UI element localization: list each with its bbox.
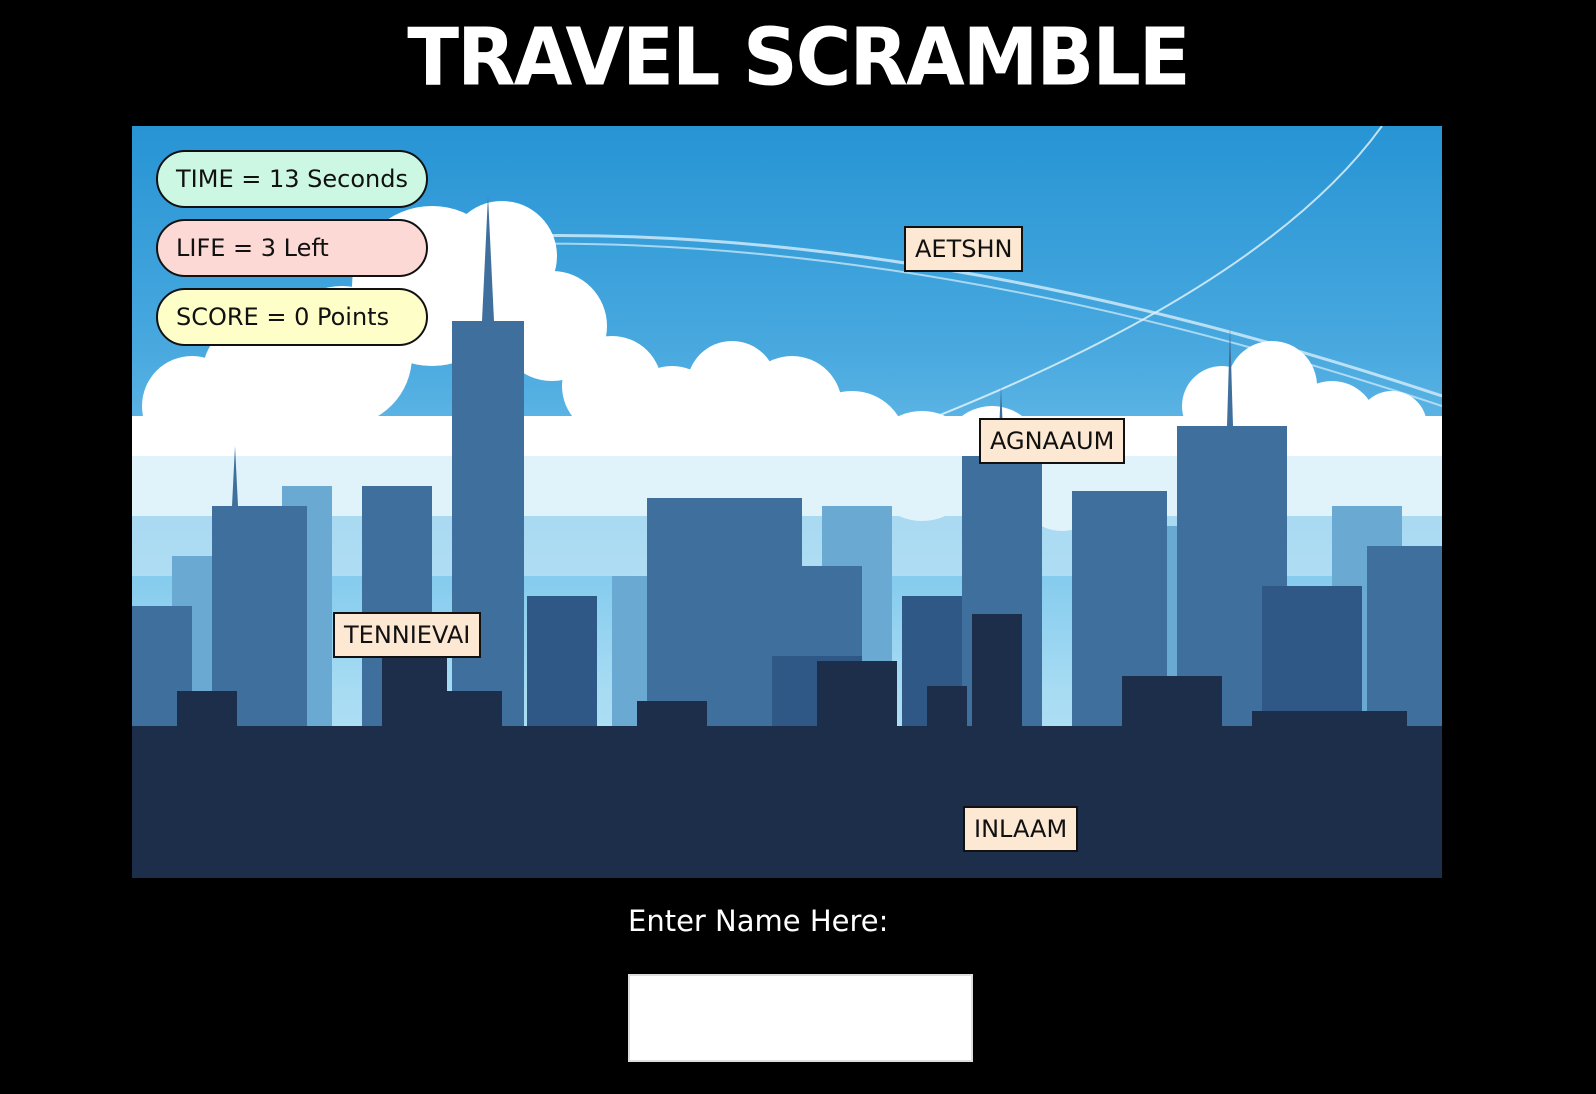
scrambled-word-tile[interactable]: AETSHN [904,226,1024,272]
scrambled-word-tile[interactable]: INLAAM [963,806,1079,852]
city-skyline-scene: TIME = 13 Seconds LIFE = 3 Left SCORE = … [132,126,1442,878]
scrambled-word-tile[interactable]: TENNIEVAI [333,612,482,658]
game-title: TRAVEL SCRAMBLE [407,9,1190,104]
game-screen: TRAVEL SCRAMBLE TIME = 13 Seconds LIFE =… [0,0,1596,1094]
score-counter: SCORE = 0 Points [156,288,428,346]
name-prompt-label: Enter Name Here: [628,904,889,938]
time-counter: TIME = 13 Seconds [156,150,428,208]
life-counter: LIFE = 3 Left [156,219,428,277]
scrambled-word-tile[interactable]: AGNAAUM [979,418,1126,464]
name-input[interactable] [628,974,973,1062]
